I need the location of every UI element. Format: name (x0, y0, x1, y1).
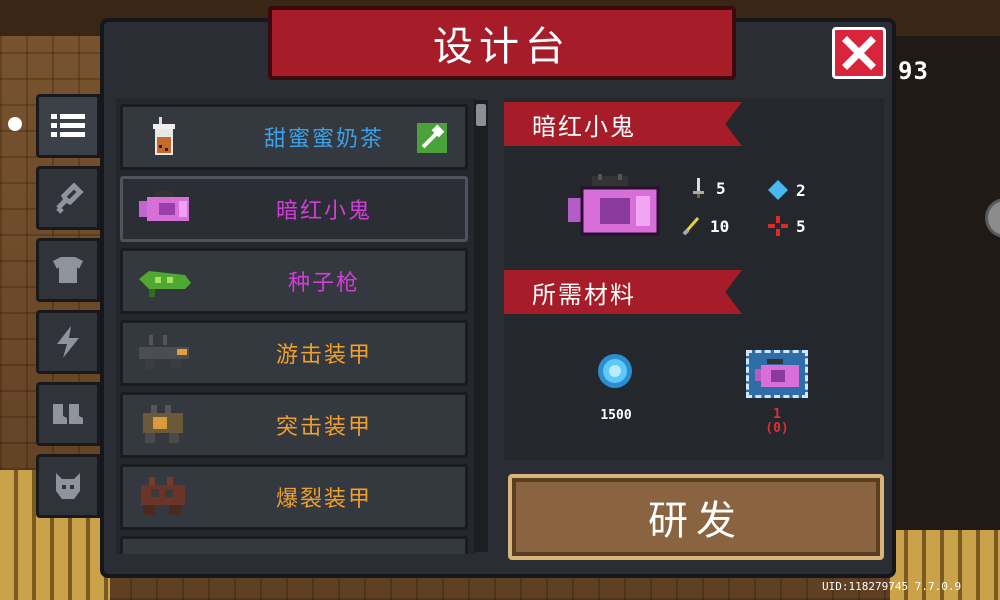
hammer-icon (417, 123, 447, 153)
milk-tea-icon (153, 117, 175, 155)
material-weapon-owned: (0) (765, 421, 789, 436)
pet-icon (56, 473, 80, 499)
research-button-label: 研发 (648, 498, 744, 544)
detail-item-name: 暗红小鬼 (532, 112, 636, 141)
list-item-guerrilla-armor[interactable]: 游击装甲 (120, 320, 468, 386)
material-weapon-slot[interactable] (746, 350, 808, 398)
list-item-assault-armor[interactable]: 突击装甲 (120, 392, 468, 458)
list-icon (51, 114, 85, 137)
research-button[interactable]: 研发 (508, 474, 884, 560)
boots-icon (53, 404, 83, 424)
close-button[interactable] (832, 27, 886, 79)
burst-armor-icon (141, 477, 185, 515)
item-name-ribbon: 暗红小鬼 (504, 102, 742, 146)
tab-weapons[interactable] (36, 166, 100, 230)
blue-diamond-icon (768, 180, 788, 200)
stat-damage: 5 (688, 178, 726, 198)
stat-energy: 2 (768, 180, 806, 200)
tab-list[interactable] (36, 94, 100, 158)
stat-damage-value: 5 (716, 178, 726, 198)
stat-energy-value: 2 (796, 180, 806, 200)
uid-label: UID:118279745 7.7.0.9 (822, 580, 962, 593)
materials-heading: 所需材料 (532, 280, 636, 309)
materials-ribbon: 所需材料 (504, 270, 742, 314)
background-wall-right (890, 36, 1000, 600)
material-weapon-required: 1 (773, 407, 781, 422)
item-list[interactable]: 甜蜜蜜奶茶 暗红小鬼 种子枪 游击装甲 突击装甲 爆裂装甲 (116, 98, 476, 554)
dark-red-imp-gun-icon (755, 359, 799, 387)
tab-pets[interactable] (36, 454, 100, 518)
list-item-partial[interactable] (120, 536, 468, 554)
list-item-milk-tea[interactable]: 甜蜜蜜奶茶 (120, 104, 468, 170)
sword-icon (693, 178, 704, 198)
page-title: 设计台 (433, 24, 571, 70)
list-scroll-thumb[interactable] (476, 104, 486, 126)
tab-armor[interactable] (36, 238, 100, 302)
list-item-label: 暗红小鬼 (275, 199, 372, 224)
tab-equipment[interactable] (36, 382, 100, 446)
list-item-seed-gun[interactable]: 种子枪 (120, 248, 468, 314)
list-item-label: 爆裂装甲 (275, 487, 372, 512)
stat-crit-value: 10 (710, 216, 730, 236)
weapon-icon (56, 182, 84, 214)
lightning-sword-icon (682, 217, 700, 236)
list-item-label: 突击装甲 (275, 415, 372, 440)
assault-armor-icon (143, 405, 183, 443)
list-item-dark-red-imp[interactable]: 暗红小鬼 (120, 176, 468, 242)
crosshair-icon (768, 216, 788, 236)
armor-icon (53, 257, 83, 283)
stat-spread: 5 (768, 216, 806, 236)
list-item-label: 种子枪 (287, 271, 360, 296)
tab-skills[interactable] (36, 310, 100, 374)
lightning-icon (57, 326, 79, 358)
material-gem-amount: 1500 (600, 408, 632, 423)
tab-indicator-dot (8, 117, 22, 131)
seed-gun-icon (139, 271, 191, 297)
list-item-label: 游击装甲 (275, 343, 372, 368)
stat-spread-value: 5 (796, 216, 806, 236)
title-banner: 设计台 (232, 6, 772, 80)
corner-counter: 93 (898, 57, 929, 85)
close-icon (842, 36, 876, 70)
guerrilla-armor-icon (139, 335, 189, 369)
list-item-burst-armor[interactable]: 爆裂装甲 (120, 464, 468, 530)
dark-red-imp-gun-icon (568, 174, 660, 236)
material-weapon-amount: 1 (0) (746, 408, 808, 436)
list-item-label: 甜蜜蜜奶茶 (263, 127, 384, 152)
dark-red-imp-gun-icon (139, 191, 189, 221)
blue-gem-icon (598, 354, 632, 388)
list-scrollbar[interactable] (474, 100, 488, 552)
stat-crit: 10 (682, 216, 729, 236)
